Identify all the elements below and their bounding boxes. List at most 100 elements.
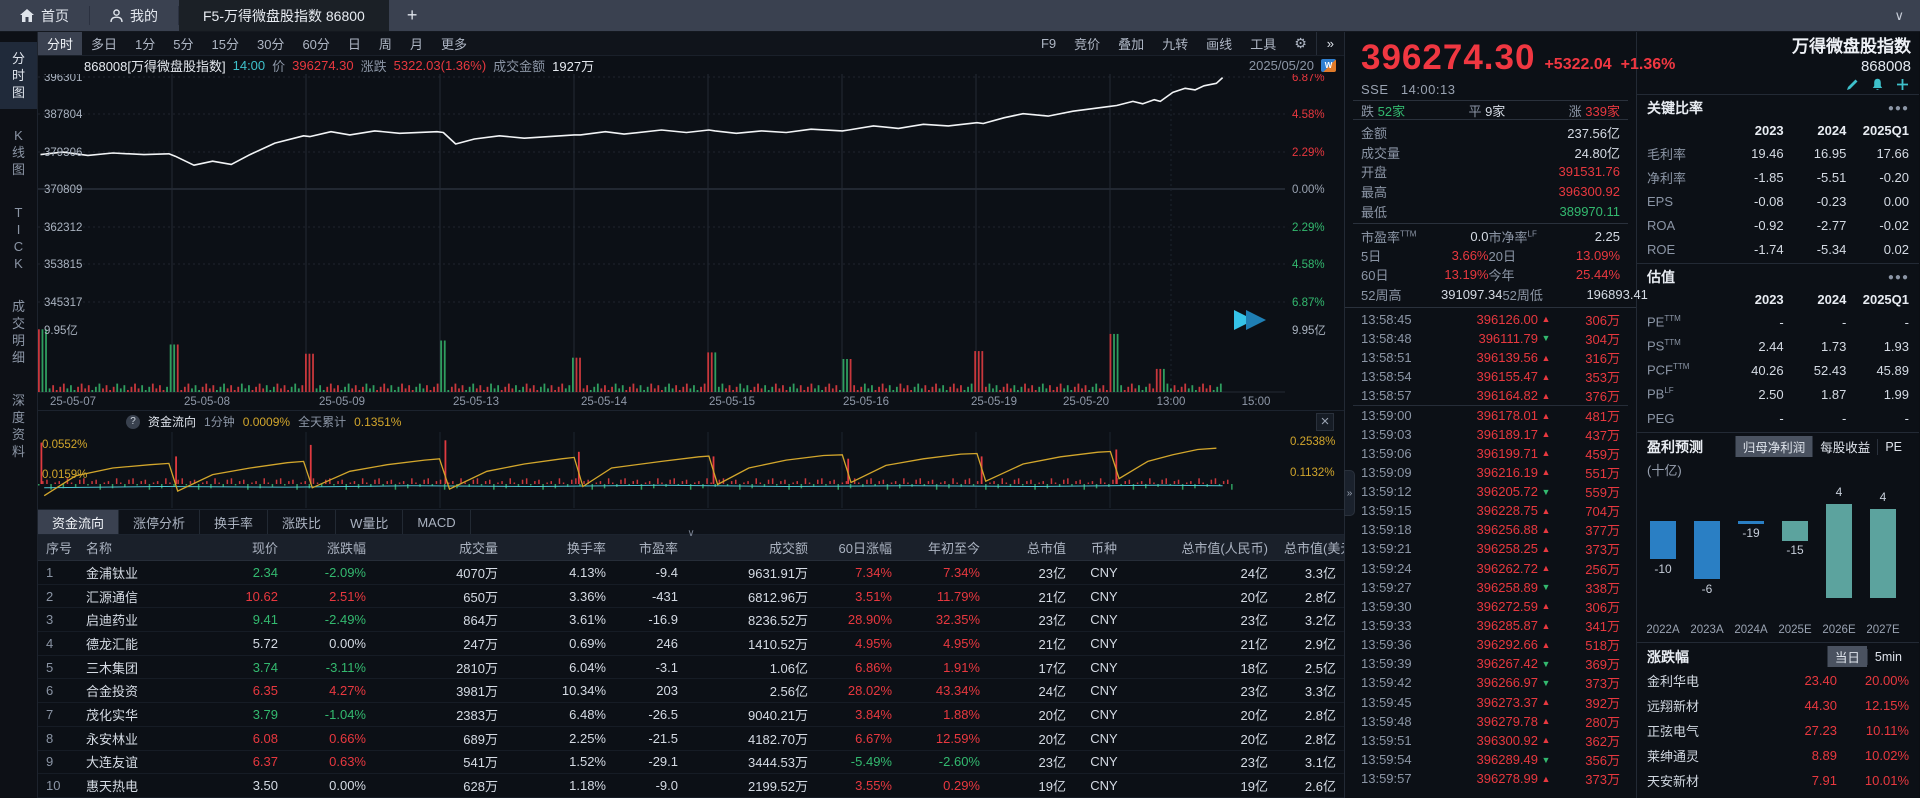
mover-row[interactable]: 莱绅通灵8.8910.02% <box>1647 743 1909 768</box>
table-row[interactable]: 4德龙汇能5.720.00%247万0.69%2461410.52万4.95%4… <box>38 632 1344 656</box>
toolbar-item-月[interactable]: 月 <box>401 32 432 55</box>
more-options-icon[interactable]: ●●● <box>1888 272 1909 283</box>
column-header-币种[interactable]: 币种 <box>1074 538 1134 557</box>
tab-换手率[interactable]: 换手率 <box>200 510 268 534</box>
toolbar-item-分时[interactable]: 分时 <box>38 32 82 55</box>
home-tab[interactable]: 首页 <box>0 0 89 31</box>
toolbar-item-1分[interactable]: 1分 <box>126 32 164 55</box>
toolbar-item-竞价[interactable]: 竞价 <box>1065 32 1109 55</box>
column-header-成交额[interactable]: 成交额 <box>686 538 816 557</box>
toolbar-item-5分[interactable]: 5分 <box>164 32 202 55</box>
toolbar-item-30分[interactable]: 30分 <box>248 32 293 55</box>
column-header-年初至今[interactable]: 年初至今 <box>900 538 988 557</box>
column-header-换手率[interactable]: 换手率 <box>506 538 614 557</box>
more-options-icon[interactable]: ●●● <box>1888 103 1909 114</box>
edit-pencil-icon[interactable] <box>1846 78 1859 91</box>
toolbar-item-日[interactable]: 日 <box>339 32 370 55</box>
toolbar-item-工具[interactable]: 工具 <box>1241 32 1285 55</box>
breadth-label: 跌 <box>1361 104 1378 119</box>
sidebar-item-K线图[interactable]: K线图 <box>0 119 37 186</box>
cell: 10 <box>38 778 78 793</box>
ratio-value: 0.02 <box>1846 242 1909 257</box>
panel-collapse-handle[interactable]: » <box>1344 470 1355 516</box>
cell: 惠天热电 <box>78 776 208 795</box>
forecast-tab-每股收益[interactable]: 每股收益 <box>1812 436 1877 457</box>
table-row[interactable]: 1金浦钛业2.34-2.09%4070万4.13%-9.49631.91万7.3… <box>38 561 1344 585</box>
tab-涨停分析[interactable]: 涨停分析 <box>119 510 200 534</box>
toolbar-item-九转[interactable]: 九转 <box>1153 32 1197 55</box>
forecast-bar-chart[interactable]: -102022A-62023A-192024A-152025E42026E420… <box>1637 481 1919 642</box>
add-plus-icon[interactable] <box>1896 78 1909 91</box>
movers-tab-当日[interactable]: 当日 <box>1827 646 1867 667</box>
main-chart-svg[interactable]: 3963013878043793063708093623123538153453… <box>38 74 1345 410</box>
table-row[interactable]: 5三木集团3.74-3.11%2810万6.04%-3.11.06亿6.86%1… <box>38 656 1344 680</box>
time-and-sales-list[interactable]: 13:58:45396126.00▲306万13:58:48396111.79▼… <box>1345 307 1636 798</box>
table-row[interactable]: 2汇源通信10.622.51%650万3.36%-4316812.96万3.51… <box>38 585 1344 609</box>
main-intraday-chart[interactable]: 3963013878043793063708093623123538153453… <box>38 74 1344 410</box>
mover-row[interactable]: 正弦电气27.2310.11% <box>1647 718 1909 743</box>
column-header-涨跌幅[interactable]: 涨跌幅 <box>286 538 374 557</box>
tape-volume: 704万 <box>1554 501 1620 520</box>
svg-text:-19: -19 <box>1742 526 1760 540</box>
table-row[interactable]: 8永安林业6.080.66%689万2.25%-21.54182.70万6.67… <box>38 727 1344 751</box>
capital-flow-pane[interactable]: ? 资金流向 1分钟 0.0009% 全天累计 0.1351% × 0.0552… <box>38 410 1344 509</box>
column-header-总市值(人民币)[interactable]: 总市值(人民币) <box>1134 538 1276 557</box>
cell: 2.8亿 <box>1276 587 1344 606</box>
table-row[interactable]: 10惠天热电3.500.00%628万1.18%-9.02199.52万3.55… <box>38 774 1344 798</box>
active-document-tab[interactable]: F5-万得微盘股指数 86800 <box>179 0 389 31</box>
mover-row[interactable]: 远翔新材44.3012.15% <box>1647 693 1909 718</box>
forecast-chart-svg: -102022A-62023A-192024A-152025E42026E420… <box>1637 481 1919 639</box>
toolbar-item-叠加[interactable]: 叠加 <box>1109 32 1153 55</box>
capital-flow-svg[interactable]: 0.0552%0.0159%0.2538%0.1132% <box>38 432 1345 508</box>
table-row[interactable]: 6合金投资6.354.27%3981万10.34%2032.56亿28.02%4… <box>38 679 1344 703</box>
toolbar-item-画线[interactable]: 画线 <box>1197 32 1241 55</box>
ratio-value: -1.85 <box>1721 170 1784 185</box>
chevron-down-icon[interactable]: ∨ <box>687 528 694 539</box>
toolbar-item-周[interactable]: 周 <box>370 32 401 55</box>
toolbar-item-60分[interactable]: 60分 <box>293 32 338 55</box>
cell: 650万 <box>374 587 506 606</box>
cell: 8 <box>38 731 78 746</box>
table-row[interactable]: 3启迪药业9.41-2.49%864万3.61%-16.98236.52万28.… <box>38 608 1344 632</box>
column-header-成交量[interactable]: 成交量 <box>374 538 506 557</box>
column-header-市盈率[interactable]: 市盈率 <box>614 538 686 557</box>
column-header-名称[interactable]: 名称 <box>78 538 208 557</box>
sidebar-item-成交明细[interactable]: 成交明细 <box>0 290 37 374</box>
toolbar-item-多日[interactable]: 多日 <box>82 32 126 55</box>
settings-gear-icon[interactable]: ⚙ <box>1285 32 1316 55</box>
years-header-row: 202320242025Q1 <box>1647 288 1909 310</box>
tab-涨跌比[interactable]: 涨跌比 <box>268 510 336 534</box>
table-row[interactable]: 9大连友谊6.370.63%541万1.52%-29.13444.53万-5.4… <box>38 751 1344 775</box>
chart-amount: 1927万 <box>552 56 594 75</box>
toolbar-item-15分[interactable]: 15分 <box>203 32 248 55</box>
mine-tab[interactable]: 我的 <box>90 0 178 31</box>
panel-expand-icon[interactable]: » <box>1316 32 1344 55</box>
column-header-总市值[interactable]: 总市值 <box>988 538 1074 557</box>
sidebar-item-TICK[interactable]: TICK <box>0 196 37 280</box>
help-icon[interactable]: ? <box>126 415 140 429</box>
column-header-现价[interactable]: 现价 <box>208 538 286 557</box>
sidebar-item-分时图[interactable]: 分时图 <box>0 42 37 109</box>
tab-资金流向[interactable]: 资金流向 <box>38 510 119 534</box>
mover-price: 27.23 <box>1767 723 1837 738</box>
table-row[interactable]: 7茂化实华3.79-1.04%2383万6.48%-26.59040.21万3.… <box>38 703 1344 727</box>
mover-row[interactable]: 天安新材7.9110.01% <box>1647 768 1909 793</box>
toolbar-item-更多[interactable]: 更多 <box>432 32 476 55</box>
movers-tab-5min[interactable]: 5min <box>1867 649 1909 665</box>
column-header-总市值(美元)[interactable]: 总市值(美元) <box>1276 538 1344 557</box>
capital-flow-chart[interactable]: 0.0552%0.0159%0.2538%0.1132% <box>38 432 1344 511</box>
column-header-序号[interactable]: 序号 <box>38 538 78 557</box>
tab-W量比[interactable]: W量比 <box>336 510 403 534</box>
new-tab-button[interactable]: + <box>389 0 436 31</box>
svg-text:0.1132%: 0.1132% <box>1290 467 1335 479</box>
close-icon[interactable]: × <box>1316 413 1334 431</box>
tab-MACD[interactable]: MACD <box>403 510 470 534</box>
alert-bell-icon[interactable] <box>1871 78 1884 91</box>
forecast-tab-归母净利润[interactable]: 归母净利润 <box>1735 436 1813 457</box>
toolbar-item-F9[interactable]: F9 <box>1032 32 1065 55</box>
mover-row[interactable]: 金利华电23.4020.00% <box>1647 668 1909 693</box>
tabbar-collapse-button[interactable]: ∨ <box>1878 0 1920 31</box>
forecast-tab-PE[interactable]: PE <box>1877 439 1909 455</box>
sidebar-item-深度资料[interactable]: 深度资料 <box>0 384 37 468</box>
column-header-60日涨幅[interactable]: 60日涨幅 <box>816 538 900 557</box>
